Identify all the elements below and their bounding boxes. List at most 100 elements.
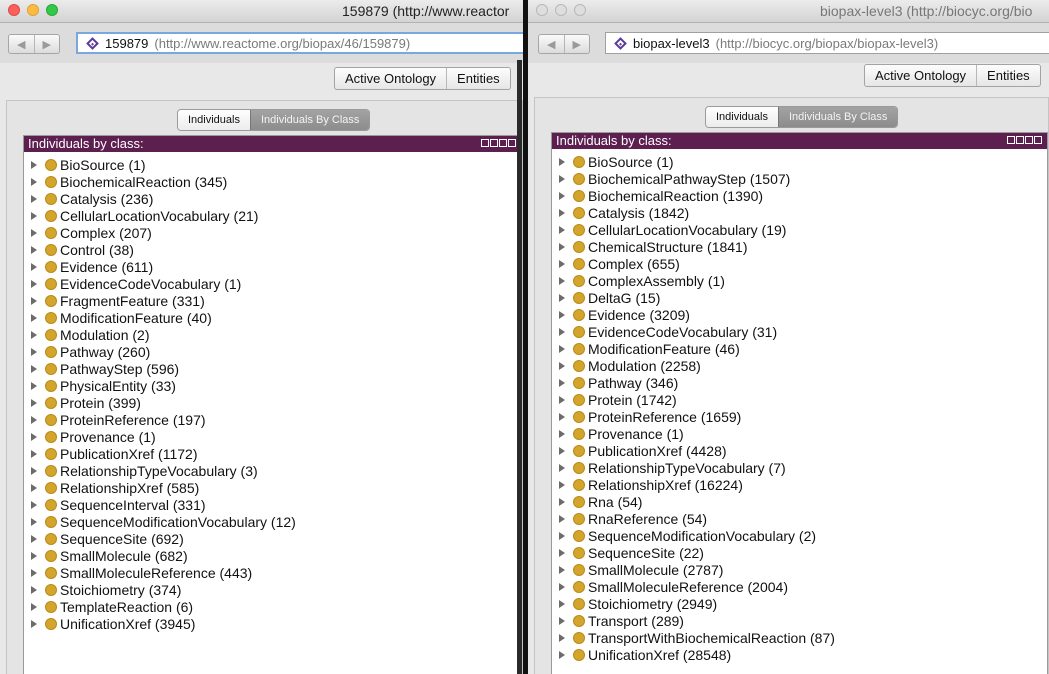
- class-tree-item[interactable]: Complex (655): [552, 255, 1047, 272]
- split-view-icon[interactable]: [481, 139, 489, 147]
- minimize-window-button[interactable]: [555, 4, 567, 16]
- back-button[interactable]: ◀: [539, 35, 564, 53]
- expand-triangle-icon[interactable]: [31, 296, 37, 305]
- individuals-tab[interactable]: Individuals: [706, 107, 778, 127]
- expand-triangle-icon[interactable]: [31, 483, 37, 492]
- class-tree-item[interactable]: RnaReference (54): [552, 510, 1047, 527]
- expand-triangle-icon[interactable]: [559, 208, 565, 217]
- expand-triangle-icon[interactable]: [559, 497, 565, 506]
- minimize-window-button[interactable]: [27, 4, 39, 16]
- close-window-button[interactable]: [536, 4, 548, 16]
- class-tree-item[interactable]: FragmentFeature (331): [24, 292, 521, 309]
- class-tree-item[interactable]: BiochemicalPathwayStep (1507): [552, 170, 1047, 187]
- minimize-view-icon[interactable]: [490, 139, 498, 147]
- class-tree-item[interactable]: ComplexAssembly (1): [552, 272, 1047, 289]
- class-tree-item[interactable]: Protein (399): [24, 394, 521, 411]
- class-tree-item[interactable]: TransportWithBiochemicalReaction (87): [552, 629, 1047, 646]
- tab-active-ontology[interactable]: Active Ontology: [865, 65, 976, 86]
- class-tree-item[interactable]: SequenceSite (22): [552, 544, 1047, 561]
- class-tree-item[interactable]: Modulation (2258): [552, 357, 1047, 374]
- class-tree-item[interactable]: BioSource (1): [552, 153, 1047, 170]
- expand-triangle-icon[interactable]: [559, 548, 565, 557]
- expand-triangle-icon[interactable]: [559, 463, 565, 472]
- class-tree-item[interactable]: Evidence (611): [24, 258, 521, 275]
- class-tree-item[interactable]: Control (38): [24, 241, 521, 258]
- minimize-view-icon[interactable]: [1016, 136, 1024, 144]
- expand-triangle-icon[interactable]: [31, 415, 37, 424]
- expand-triangle-icon[interactable]: [559, 344, 565, 353]
- class-tree-item[interactable]: Provenance (1): [552, 425, 1047, 442]
- class-tree-item[interactable]: RelationshipXref (585): [24, 479, 521, 496]
- class-tree-item[interactable]: Modulation (2): [24, 326, 521, 343]
- maximize-view-icon[interactable]: [499, 139, 507, 147]
- individuals-tab[interactable]: Individuals: [178, 110, 250, 130]
- class-tree-item[interactable]: SmallMolecule (2787): [552, 561, 1047, 578]
- expand-triangle-icon[interactable]: [31, 398, 37, 407]
- expand-triangle-icon[interactable]: [31, 177, 37, 186]
- class-tree-item[interactable]: PathwayStep (596): [24, 360, 521, 377]
- expand-triangle-icon[interactable]: [559, 174, 565, 183]
- expand-triangle-icon[interactable]: [559, 633, 565, 642]
- class-tree-item[interactable]: Protein (1742): [552, 391, 1047, 408]
- expand-triangle-icon[interactable]: [559, 225, 565, 234]
- expand-triangle-icon[interactable]: [559, 378, 565, 387]
- expand-triangle-icon[interactable]: [31, 381, 37, 390]
- expand-triangle-icon[interactable]: [31, 568, 37, 577]
- class-tree-item[interactable]: SmallMolecule (682): [24, 547, 521, 564]
- class-tree-item[interactable]: ChemicalStructure (1841): [552, 238, 1047, 255]
- expand-triangle-icon[interactable]: [31, 313, 37, 322]
- forward-button[interactable]: ▶: [563, 35, 590, 53]
- zoom-window-button[interactable]: [46, 4, 58, 16]
- expand-triangle-icon[interactable]: [559, 446, 565, 455]
- class-tree-item[interactable]: RelationshipTypeVocabulary (3): [24, 462, 521, 479]
- class-tree-item[interactable]: Pathway (260): [24, 343, 521, 360]
- class-tree-item[interactable]: RelationshipXref (16224): [552, 476, 1047, 493]
- class-tree-item[interactable]: Stoichiometry (2949): [552, 595, 1047, 612]
- expand-triangle-icon[interactable]: [559, 514, 565, 523]
- class-tree-item[interactable]: PhysicalEntity (33): [24, 377, 521, 394]
- tab-active-ontology[interactable]: Active Ontology: [335, 68, 446, 89]
- expand-triangle-icon[interactable]: [31, 551, 37, 560]
- class-tree-item[interactable]: SequenceSite (692): [24, 530, 521, 547]
- expand-triangle-icon[interactable]: [559, 276, 565, 285]
- class-tree-item[interactable]: SequenceModificationVocabulary (2): [552, 527, 1047, 544]
- maximize-view-icon[interactable]: [1025, 136, 1033, 144]
- zoom-window-button[interactable]: [574, 4, 586, 16]
- expand-triangle-icon[interactable]: [31, 585, 37, 594]
- close-window-button[interactable]: [8, 4, 20, 16]
- close-view-icon[interactable]: [508, 139, 516, 147]
- expand-triangle-icon[interactable]: [31, 279, 37, 288]
- expand-triangle-icon[interactable]: [31, 500, 37, 509]
- expand-triangle-icon[interactable]: [31, 160, 37, 169]
- expand-triangle-icon[interactable]: [31, 364, 37, 373]
- expand-triangle-icon[interactable]: [559, 242, 565, 251]
- expand-triangle-icon[interactable]: [559, 412, 565, 421]
- class-tree-item[interactable]: TemplateReaction (6): [24, 598, 521, 615]
- class-tree-item[interactable]: Complex (207): [24, 224, 521, 241]
- class-tree-item[interactable]: BioSource (1): [24, 156, 521, 173]
- class-tree-item[interactable]: Pathway (346): [552, 374, 1047, 391]
- class-tree-item[interactable]: Evidence (3209): [552, 306, 1047, 323]
- class-tree-item[interactable]: BiochemicalReaction (345): [24, 173, 521, 190]
- expand-triangle-icon[interactable]: [559, 327, 565, 336]
- expand-triangle-icon[interactable]: [31, 211, 37, 220]
- class-tree-item[interactable]: PublicationXref (1172): [24, 445, 521, 462]
- expand-triangle-icon[interactable]: [559, 157, 565, 166]
- expand-triangle-icon[interactable]: [31, 262, 37, 271]
- close-view-icon[interactable]: [1034, 136, 1042, 144]
- expand-triangle-icon[interactable]: [559, 259, 565, 268]
- class-tree-item[interactable]: UnificationXref (3945): [24, 615, 521, 632]
- expand-triangle-icon[interactable]: [31, 534, 37, 543]
- expand-triangle-icon[interactable]: [31, 466, 37, 475]
- expand-triangle-icon[interactable]: [31, 432, 37, 441]
- class-tree-item[interactable]: CellularLocationVocabulary (21): [24, 207, 521, 224]
- individuals-by-class-tab[interactable]: Individuals By Class: [249, 110, 370, 130]
- class-tree-item[interactable]: DeltaG (15): [552, 289, 1047, 306]
- expand-triangle-icon[interactable]: [559, 565, 565, 574]
- class-tree-item[interactable]: SmallMoleculeReference (2004): [552, 578, 1047, 595]
- expand-triangle-icon[interactable]: [31, 228, 37, 237]
- class-tree-item[interactable]: BiochemicalReaction (1390): [552, 187, 1047, 204]
- class-tree-item[interactable]: CellularLocationVocabulary (19): [552, 221, 1047, 238]
- class-tree-item[interactable]: Transport (289): [552, 612, 1047, 629]
- class-tree-item[interactable]: UnificationXref (28548): [552, 646, 1047, 663]
